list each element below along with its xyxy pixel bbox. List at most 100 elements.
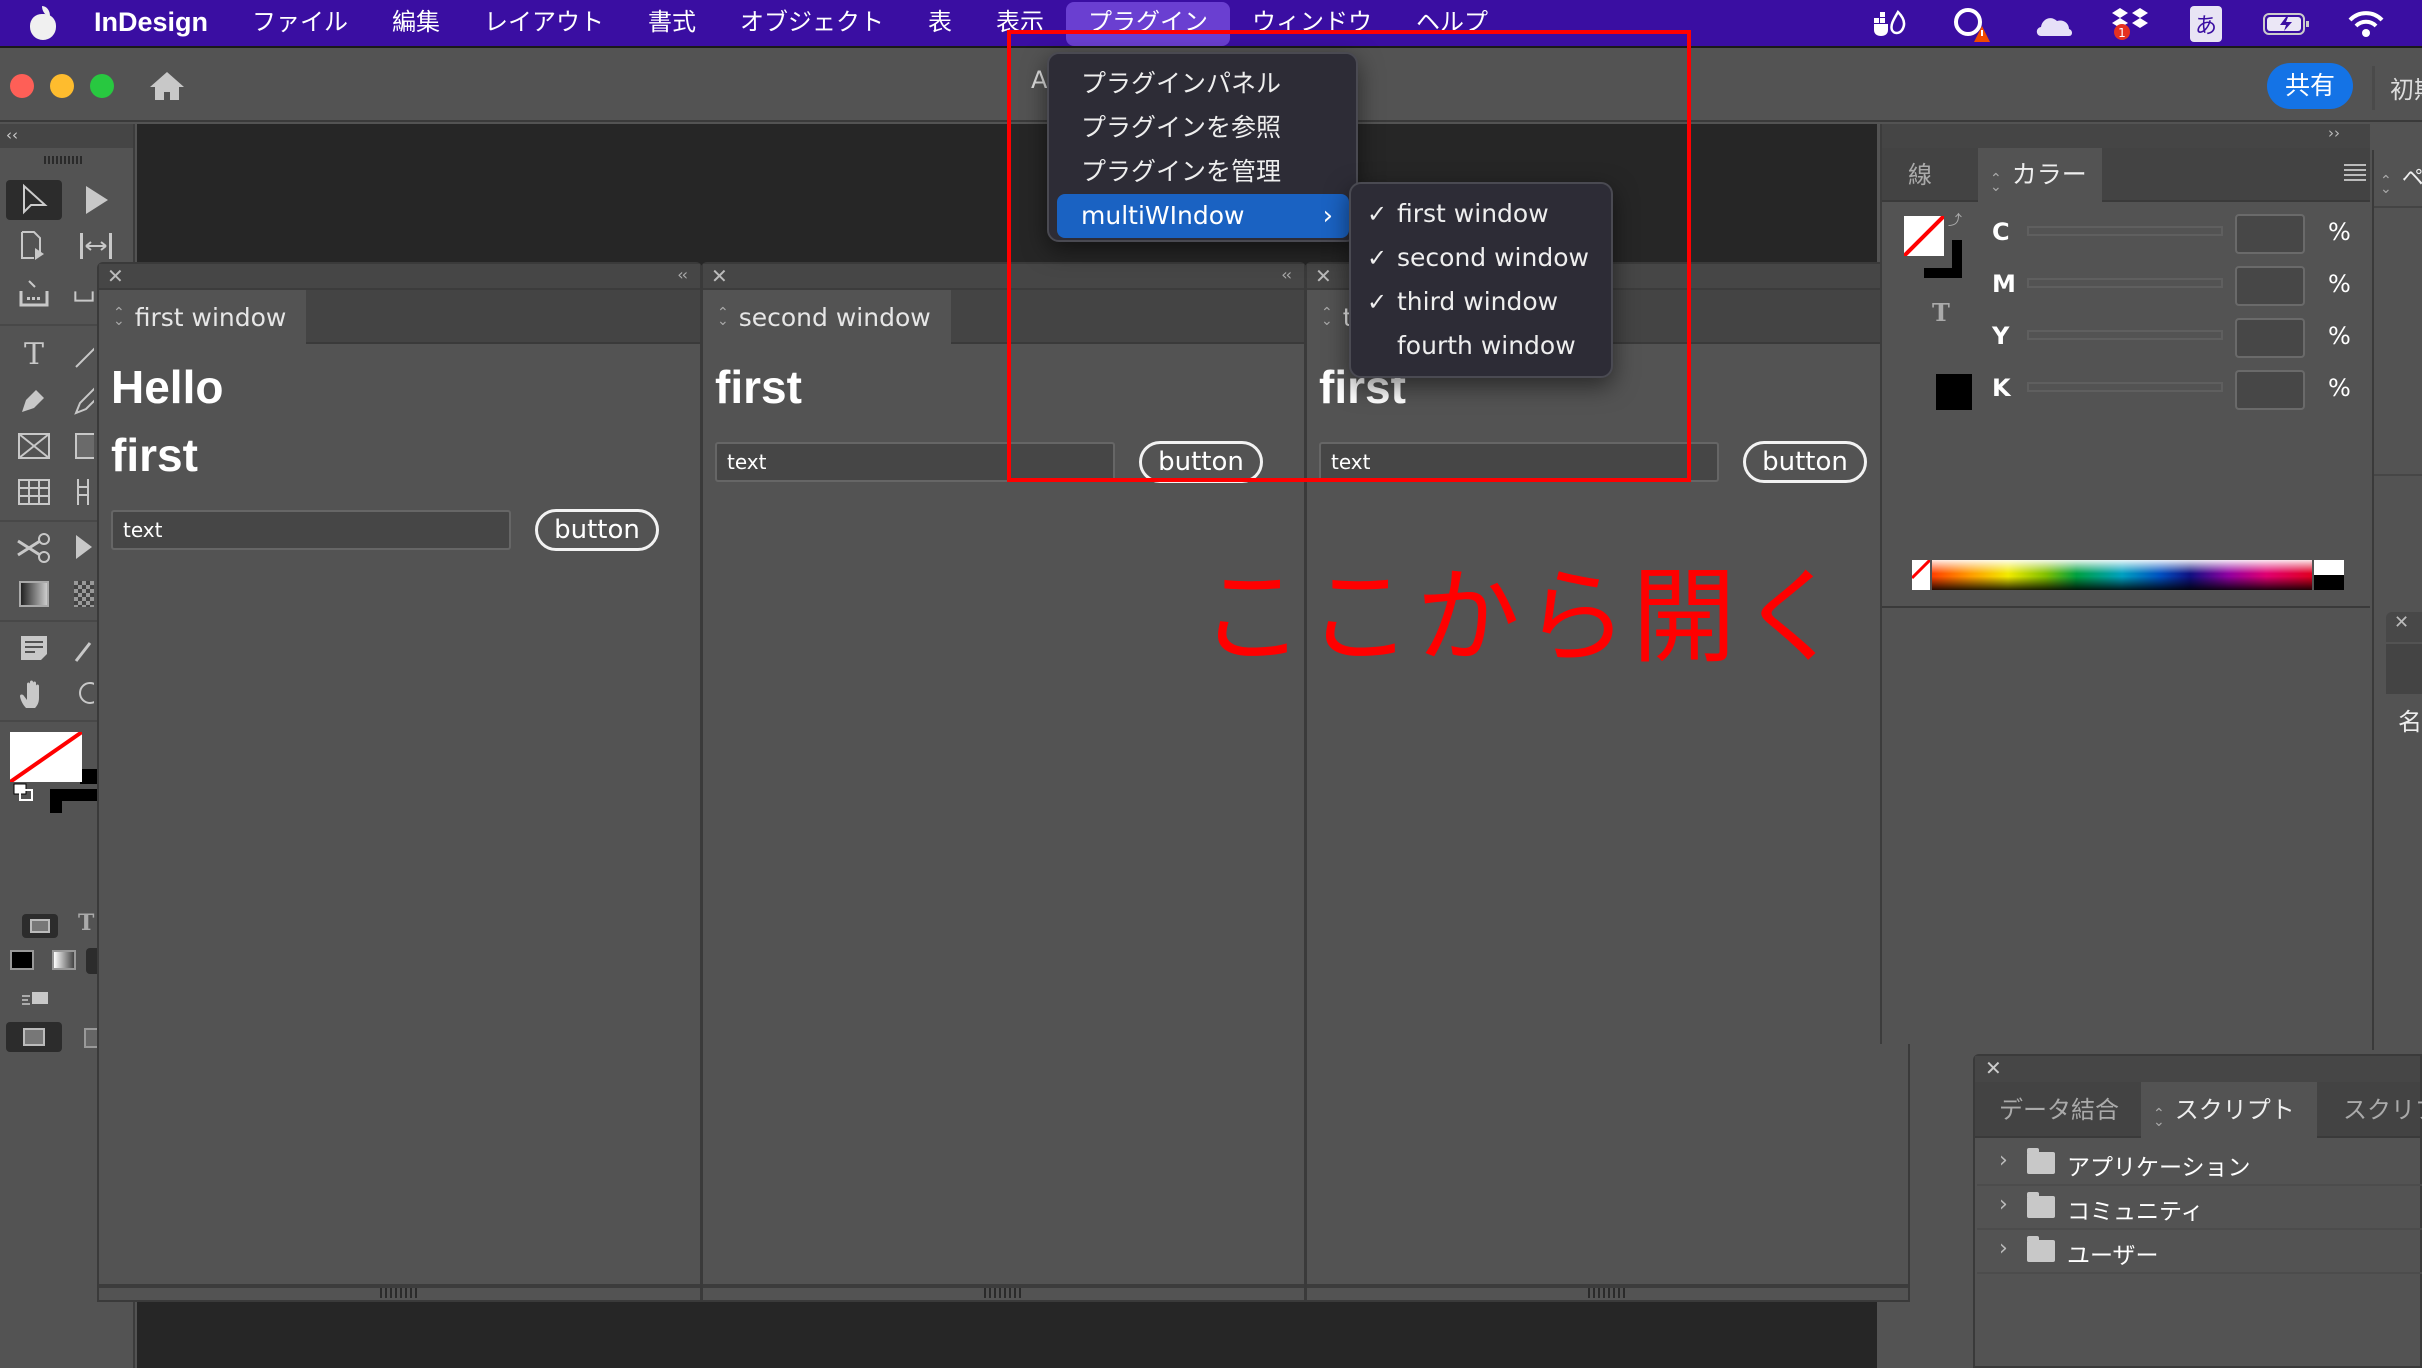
- channel-value-field[interactable]: [2235, 266, 2305, 306]
- battery-icon[interactable]: [2262, 6, 2312, 42]
- rectangle-tool-icon[interactable]: [74, 426, 94, 466]
- normal-view-icon[interactable]: [6, 1022, 62, 1052]
- preview-view-icon[interactable]: [84, 1028, 98, 1048]
- line-tool-icon[interactable]: [74, 334, 94, 374]
- dock-collapse-button[interactable]: ››: [1882, 124, 2370, 148]
- page-tool-icon[interactable]: [12, 226, 56, 266]
- script-folder-row[interactable]: › コミュニティ: [1977, 1186, 2422, 1230]
- channel-value-field[interactable]: [2235, 318, 2305, 358]
- panel-text-input[interactable]: text: [111, 510, 511, 550]
- zoom-window-button[interactable]: [90, 74, 114, 98]
- content-collector-icon[interactable]: [12, 272, 56, 312]
- channel-slider[interactable]: [2027, 226, 2223, 236]
- creative-cloud-warning-icon[interactable]: [1950, 6, 1994, 42]
- formatting-container-icon[interactable]: [22, 914, 58, 938]
- panel-close-icon[interactable]: ✕: [1985, 1056, 2002, 1080]
- panel-close-icon[interactable]: ✕: [107, 264, 124, 288]
- panel-tab-first-window[interactable]: ⌃ ⌄ first window: [99, 290, 307, 344]
- resize-grip[interactable]: [1587, 1288, 1628, 1298]
- channel-label: M: [1992, 270, 2016, 298]
- dropbox-icon[interactable]: 1: [2110, 6, 2150, 42]
- resize-grip[interactable]: [983, 1288, 1024, 1298]
- tab-script-label[interactable]: スクリプ: [2343, 1082, 2422, 1138]
- channel-slider[interactable]: [2027, 330, 2223, 340]
- channel-slider[interactable]: [2027, 382, 2223, 392]
- menu-edit[interactable]: 編集: [370, 0, 462, 47]
- panel-heading: first: [111, 429, 198, 481]
- column-header-name: 名: [2398, 708, 2422, 736]
- menu-layout[interactable]: レイアウト: [462, 0, 626, 47]
- panel-close-icon[interactable]: ✕: [711, 264, 728, 288]
- minimize-window-button[interactable]: [50, 74, 74, 98]
- chevron-right-icon[interactable]: ›: [1999, 1148, 2008, 1173]
- hand-tool-icon[interactable]: [12, 674, 56, 714]
- tab-data-merge[interactable]: データ結合: [1999, 1082, 2119, 1138]
- gap-tool-icon[interactable]: [74, 226, 118, 266]
- panel-button[interactable]: button: [1743, 441, 1867, 483]
- menu-app-name[interactable]: InDesign: [72, 0, 230, 47]
- zoom-tool-icon[interactable]: [74, 674, 94, 714]
- formatting-text-icon[interactable]: T: [78, 910, 94, 936]
- swap-fill-stroke-icon[interactable]: [12, 782, 36, 804]
- script-folder-row[interactable]: › アプリケーション: [1977, 1142, 2422, 1186]
- apply-color-icon[interactable]: [10, 950, 34, 970]
- chevron-right-icon[interactable]: ›: [1999, 1192, 2008, 1217]
- menu-object[interactable]: オブジェクト: [718, 0, 906, 47]
- channel-value-field[interactable]: [2235, 370, 2305, 410]
- apply-gradient-icon[interactable]: [52, 950, 76, 970]
- panel-menu-icon[interactable]: [2344, 164, 2366, 182]
- panel-button[interactable]: button: [535, 509, 659, 551]
- docker-icon[interactable]: [1870, 6, 1910, 42]
- toolbar-collapse-button[interactable]: ‹‹: [0, 124, 133, 148]
- input-method-icon[interactable]: あ: [2190, 6, 2222, 42]
- menu-table[interactable]: 表: [906, 0, 974, 47]
- toolbar-grip[interactable]: [44, 156, 84, 164]
- free-transform-tool-icon[interactable]: [74, 528, 94, 568]
- apple-menu-icon[interactable]: [28, 6, 58, 40]
- eyedropper-tool-icon[interactable]: [74, 628, 94, 668]
- type-tool-icon[interactable]: T: [12, 334, 56, 374]
- menu-type[interactable]: 書式: [626, 0, 718, 47]
- tab-stroke[interactable]: 線: [1908, 148, 1932, 202]
- panel-close-icon[interactable]: ✕: [2386, 612, 2422, 642]
- share-button[interactable]: 共有: [2267, 63, 2353, 109]
- tab-pages[interactable]: ⌃ ⌄ ペ: [2380, 160, 2422, 196]
- script-folder-row[interactable]: › ユーザー: [1977, 1230, 2422, 1274]
- content-placer-icon[interactable]: [74, 272, 94, 312]
- note-tool-icon[interactable]: [12, 628, 56, 668]
- scissors-tool-icon[interactable]: [12, 528, 56, 568]
- panel-footer: [703, 1284, 1304, 1300]
- stroke-swatch[interactable]: [80, 769, 98, 784]
- channel-value-field[interactable]: [2235, 214, 2305, 254]
- close-window-button[interactable]: [10, 74, 34, 98]
- channel-slider[interactable]: [2027, 278, 2223, 288]
- screen-mode-icon[interactable]: [22, 990, 50, 1006]
- gradient-feather-tool-icon[interactable]: [74, 574, 94, 614]
- annotation-highlight-box: [1007, 30, 1691, 482]
- tab-scripts[interactable]: ⌃ ⌄ スクリプト: [2141, 1082, 2317, 1138]
- panel-collapse-icon[interactable]: ‹‹: [677, 265, 688, 284]
- workspace-switcher[interactable]: 初期: [2390, 70, 2422, 105]
- table-column-icon[interactable]: [74, 472, 94, 512]
- color-spectrum[interactable]: [1932, 560, 2312, 590]
- pencil-tool-icon[interactable]: [74, 380, 94, 420]
- direct-selection-tool-icon[interactable]: [74, 180, 118, 220]
- chevron-right-icon[interactable]: ›: [1999, 1236, 2008, 1261]
- gradient-swatch-tool-icon[interactable]: [12, 574, 56, 614]
- cmyk-row-m: M %: [1882, 266, 2351, 312]
- spectrum-none-swatch[interactable]: [1912, 560, 1930, 590]
- onedrive-icon[interactable]: [2035, 6, 2075, 42]
- selection-tool-icon[interactable]: [6, 180, 62, 220]
- resize-grip[interactable]: [379, 1288, 420, 1298]
- panel-tab-second-window[interactable]: ⌃ ⌄ second window: [703, 290, 951, 344]
- rectangle-frame-tool-icon[interactable]: [12, 426, 56, 466]
- wifi-icon[interactable]: [2346, 6, 2386, 42]
- spectrum-white-swatch[interactable]: [2314, 560, 2344, 575]
- pen-tool-icon[interactable]: [12, 380, 56, 420]
- fill-swatch-none[interactable]: [10, 732, 82, 782]
- menu-file[interactable]: ファイル: [230, 0, 370, 47]
- table-tool-icon[interactable]: [12, 472, 56, 512]
- spectrum-black-swatch[interactable]: [2314, 575, 2344, 590]
- tab-color[interactable]: ⌃ ⌄ カラー: [1978, 148, 2102, 202]
- home-icon[interactable]: [148, 70, 186, 106]
